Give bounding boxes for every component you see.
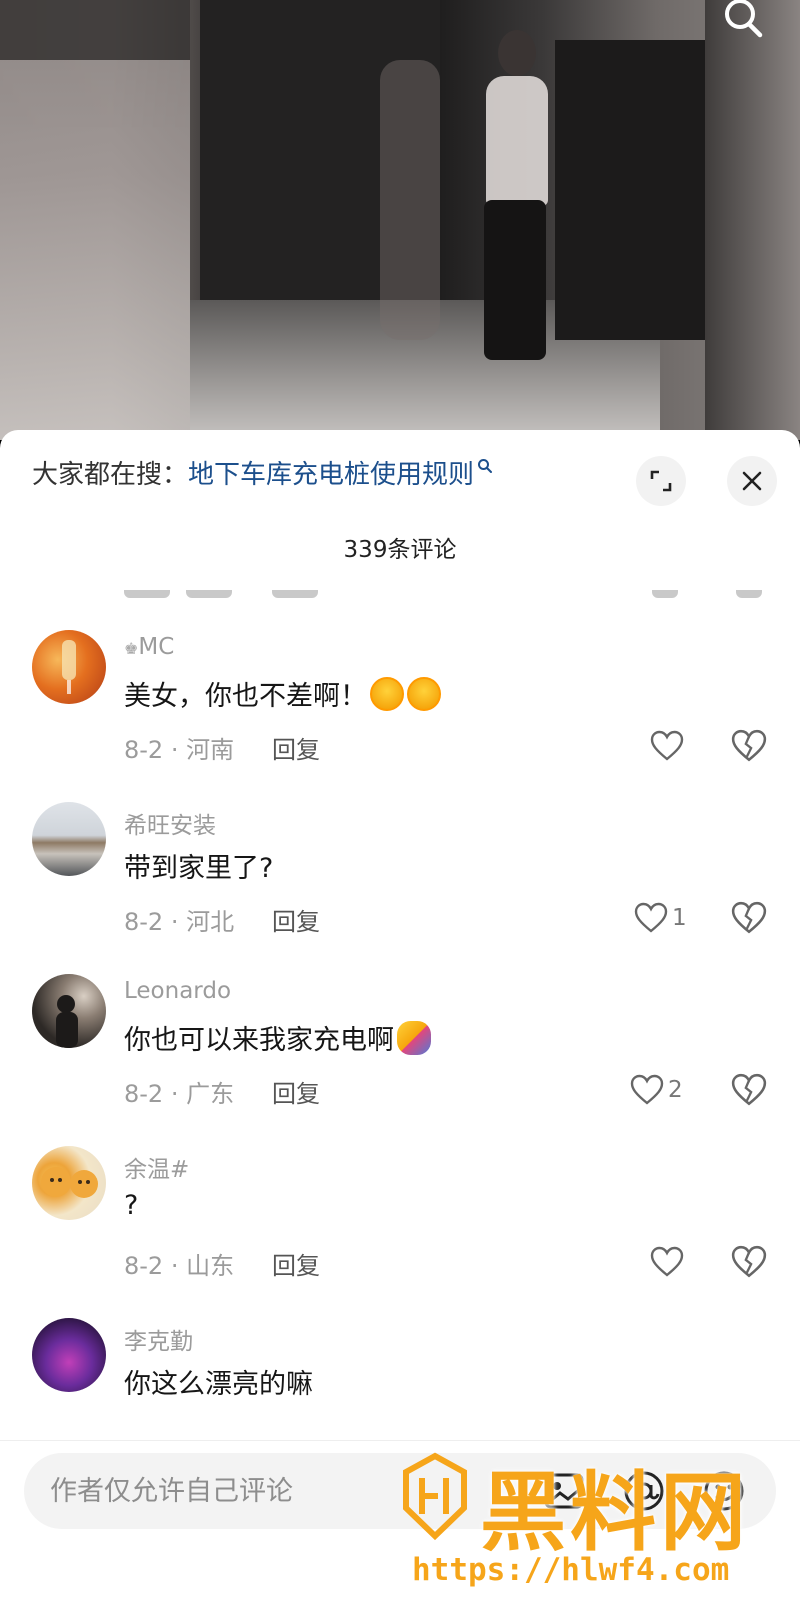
- avatar[interactable]: [32, 802, 106, 876]
- expand-icon: [650, 470, 672, 492]
- comment-text: ?: [124, 1190, 139, 1221]
- like-button[interactable]: 1: [634, 900, 687, 936]
- avatar[interactable]: [32, 974, 106, 1048]
- watermark-url: https://hlwf4.com: [412, 1552, 730, 1588]
- heart-icon: [630, 1074, 664, 1105]
- comment-username[interactable]: 希旺安装: [124, 806, 216, 840]
- broken-heart-icon[interactable]: [731, 1072, 767, 1108]
- broken-heart-icon[interactable]: [731, 900, 767, 936]
- like-button[interactable]: 2: [630, 1072, 683, 1108]
- crying-laughing-emoji: [407, 676, 441, 711]
- comment-text: 美女，你也不差啊！: [124, 674, 441, 713]
- like-count: 1: [672, 905, 687, 931]
- reply-button[interactable]: 回复: [272, 902, 320, 937]
- comment-date-location: 8-2 · 河北: [124, 908, 235, 936]
- comment-username[interactable]: 余温#: [124, 1150, 189, 1184]
- comment-text: 你也可以来我家充电啊: [124, 1018, 431, 1057]
- comment-item: ♚MC 美女，你也不差啊！ 8-2 · 河南 回复: [0, 630, 800, 806]
- watermark-logo-icon: [403, 1452, 467, 1541]
- hugging-emoji: [397, 1020, 431, 1055]
- avatar[interactable]: [32, 630, 106, 704]
- comment-username[interactable]: ♚MC: [124, 634, 174, 660]
- comment-item: 余温# ? 8-2 · 山东 回复: [0, 1146, 800, 1322]
- comment-date-location: 8-2 · 山东: [124, 1252, 235, 1280]
- crying-laughing-emoji: [370, 676, 404, 711]
- comment-text: 你这么漂亮的嘛: [124, 1369, 313, 1400]
- comment-sheet: 大家都在搜： 地下车库充电桩使用规则 339条评论 ♚MC 美女，你也不差啊！ …: [0, 430, 800, 1610]
- comment-item: 希旺安装 带到家里了? 8-2 · 河北 回复 1: [0, 802, 800, 978]
- avatar[interactable]: [32, 1146, 106, 1220]
- video-frame-wall: [0, 0, 190, 440]
- hot-search-prefix: 大家都在搜：: [32, 459, 189, 490]
- video-frame-right-wall: [705, 0, 800, 440]
- heart-icon: [650, 1246, 684, 1277]
- close-icon: [742, 471, 762, 491]
- scrolled-comment-remnant: [0, 590, 800, 604]
- like-button[interactable]: [650, 728, 688, 764]
- video-frame-door-right: [555, 40, 705, 340]
- heart-icon: [634, 902, 668, 933]
- watermark: 黑料网 https://hlwf4.com: [400, 1448, 780, 1598]
- reply-button[interactable]: 回复: [272, 1246, 320, 1281]
- hot-search-bar[interactable]: 大家都在搜： 地下车库充电桩使用规则: [32, 452, 493, 492]
- broken-heart-icon[interactable]: [731, 728, 767, 764]
- comment-date-location: 8-2 · 广东: [124, 1080, 235, 1108]
- watermark-title: 黑料网: [480, 1463, 750, 1563]
- comment-text: 带到家里了?: [124, 853, 274, 884]
- reply-button[interactable]: 回复: [272, 730, 320, 765]
- video-frame-person: [480, 30, 550, 360]
- expand-button[interactable]: [636, 456, 686, 506]
- search-icon: [478, 459, 493, 473]
- heart-icon: [650, 730, 684, 761]
- like-count: 2: [668, 1077, 683, 1103]
- comment-username[interactable]: Leonardo: [124, 978, 231, 1004]
- hot-search-term[interactable]: 地下车库充电桩使用规则: [188, 454, 474, 491]
- like-button[interactable]: [650, 1244, 688, 1280]
- comment-date-location: 8-2 · 河南: [124, 736, 235, 764]
- close-button[interactable]: [727, 456, 777, 506]
- reply-button[interactable]: 回复: [272, 1074, 320, 1109]
- comment-item: Leonardo 你也可以来我家充电啊 8-2 · 广东 回复 2: [0, 974, 800, 1150]
- user-badge-icon: ♚: [124, 639, 139, 658]
- search-icon[interactable]: [718, 0, 768, 40]
- broken-heart-icon[interactable]: [731, 1244, 767, 1280]
- comment-username[interactable]: 李克勤: [124, 1322, 193, 1356]
- comment-count: 339条评论: [343, 537, 457, 563]
- video-frame-reflection: [380, 60, 440, 340]
- video-player[interactable]: [0, 0, 800, 440]
- avatar[interactable]: [32, 1318, 106, 1392]
